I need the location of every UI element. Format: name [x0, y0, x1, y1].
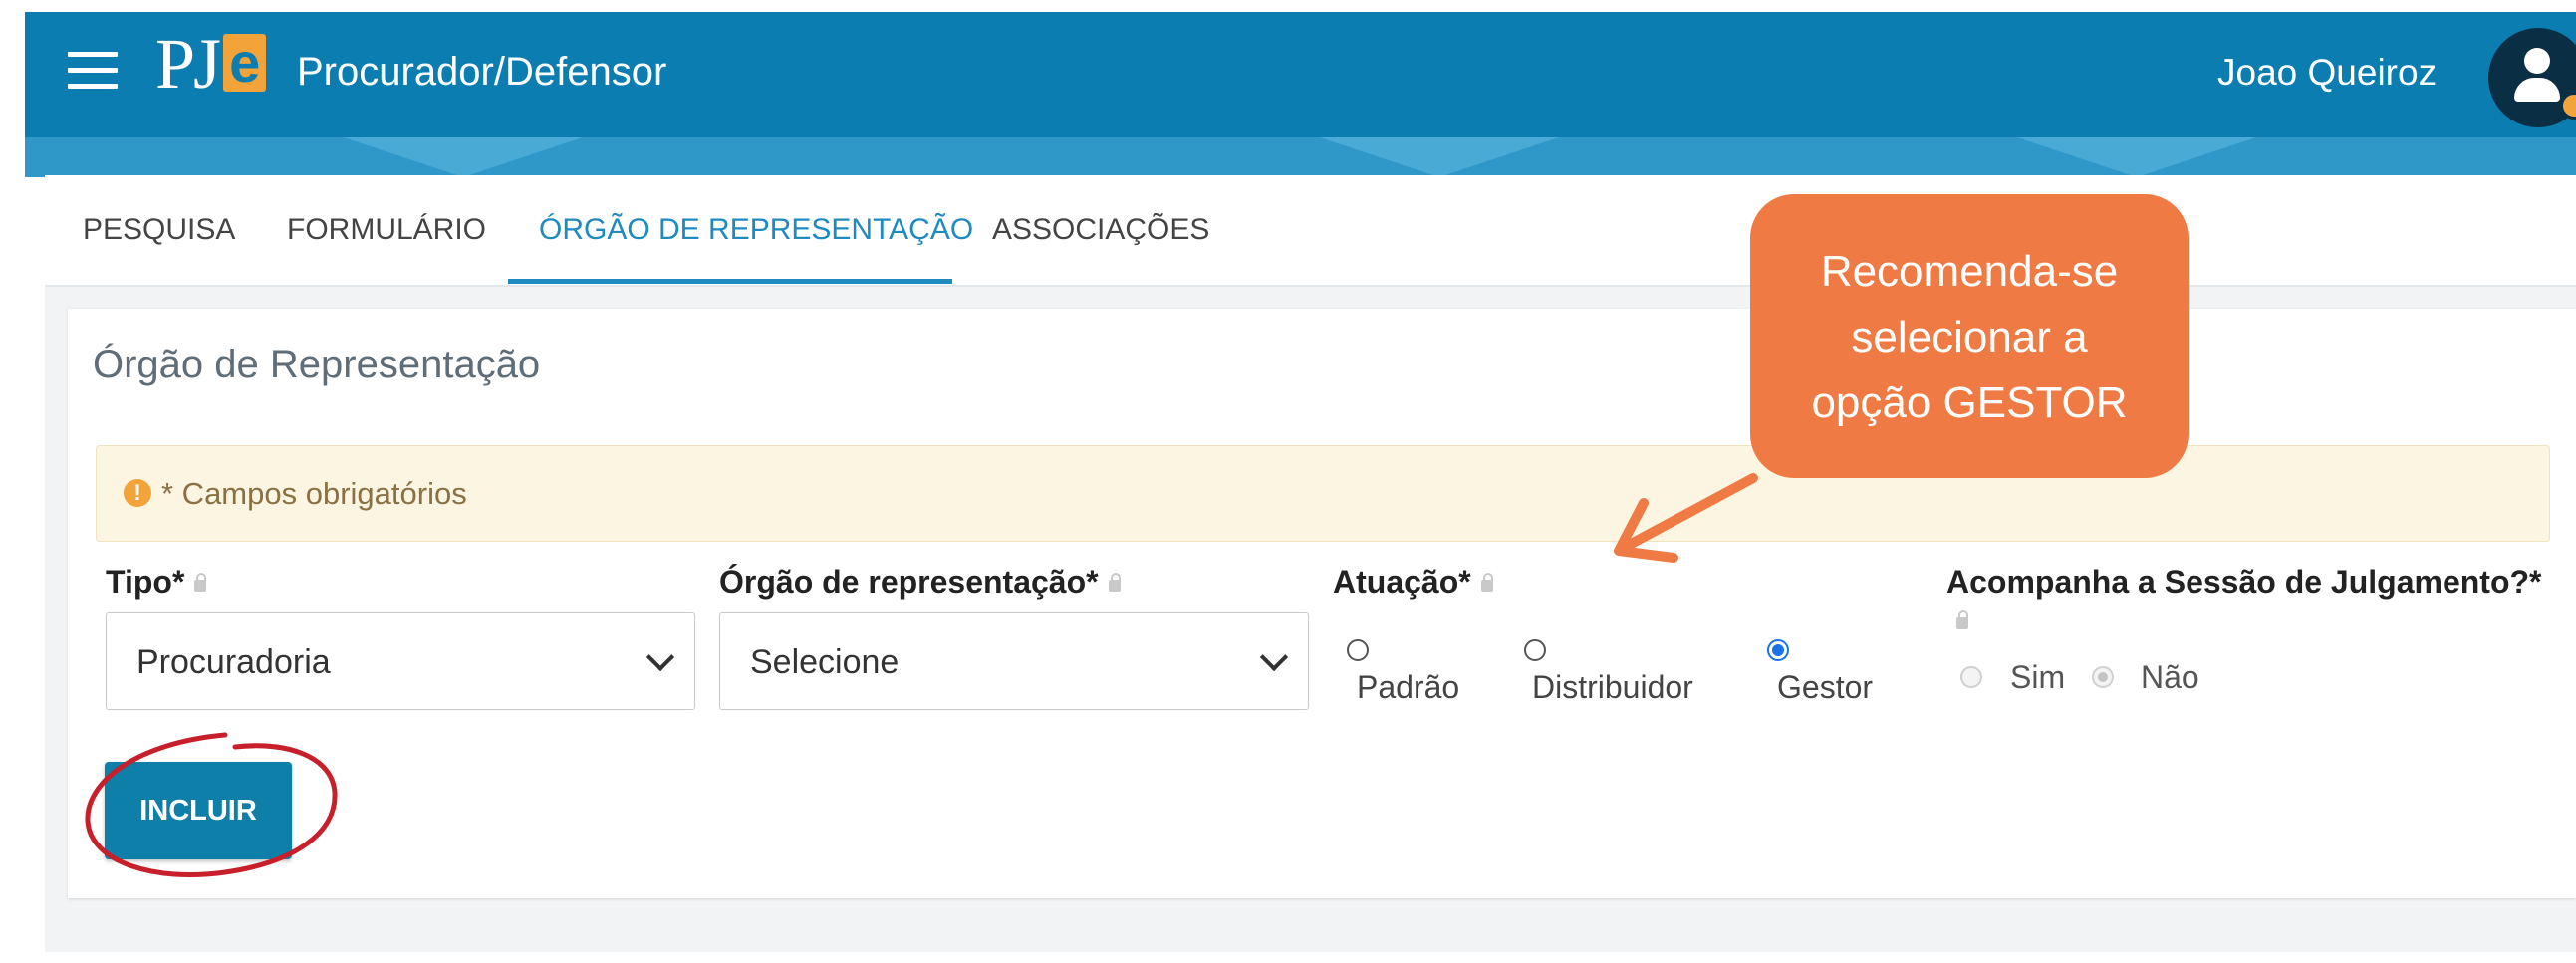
tab-pesquisa[interactable]: PESQUISA [83, 213, 235, 247]
status-dot-icon [2560, 92, 2576, 120]
radio-nao-label[interactable]: Não [2141, 659, 2199, 696]
orgao-label: Órgão de representação* [719, 564, 1121, 601]
form-card [68, 309, 2576, 898]
callout-line-1: Recomenda-se [1820, 247, 2119, 296]
chevron-down-icon [645, 642, 675, 672]
callout-line-2: selecionar a [1851, 313, 2088, 361]
acompanha-label: Acompanha a Sessão de Julgamento?* [1946, 564, 2542, 600]
tab-associacoes[interactable]: ASSOCIAÇÕES [992, 213, 1209, 247]
lock-icon [194, 573, 207, 592]
callout-text: Recomenda-se selecionar a opção GESTOR [1750, 239, 2189, 436]
tipo-select-value: Procuradoria [136, 643, 331, 681]
app-title: Procurador/Defensor [297, 50, 667, 94]
pje-logo[interactable]: PJ e [155, 28, 267, 100]
card-title: Órgão de Representação [93, 343, 541, 386]
header-decorative-band [25, 137, 2576, 177]
logo-e: e [223, 34, 267, 92]
tipo-label: Tipo* [106, 564, 207, 601]
app-window: PJ e Procurador/Defensor Joao Queiroz PES… [0, 0, 2576, 963]
orgao-select-value: Selecione [750, 643, 900, 681]
lock-icon [1480, 573, 1493, 592]
required-fields-text: * Campos obrigatórios [161, 476, 467, 511]
radio-gestor[interactable] [1767, 639, 1789, 661]
menu-icon[interactable] [68, 52, 118, 90]
tipo-label-text: Tipo* [106, 564, 185, 600]
radio-nao[interactable] [2092, 666, 2114, 688]
orgao-select[interactable]: Selecione [719, 612, 1309, 710]
radio-sim-label[interactable]: Sim [2010, 659, 2065, 696]
user-name[interactable]: Joao Queiroz [2217, 52, 2437, 94]
warning-icon: ! [124, 479, 151, 507]
radio-sim[interactable] [1960, 666, 1982, 688]
radio-gestor-label[interactable]: Gestor [1777, 669, 1873, 706]
band-pattern [344, 137, 2256, 177]
logo-pj: PJ [155, 24, 221, 104]
radio-distribuidor[interactable] [1524, 639, 1546, 661]
callout-line-3: opção GESTOR [1811, 378, 2128, 427]
lock-icon [1108, 573, 1121, 592]
tab-formulario[interactable]: FORMULÁRIO [287, 213, 486, 247]
radio-distribuidor-label[interactable]: Distribuidor [1532, 669, 1693, 706]
atuacao-label: Atuação* [1333, 564, 1493, 601]
orgao-label-text: Órgão de representação* [719, 564, 1099, 600]
lock-icon [1956, 610, 1968, 629]
incluir-button[interactable]: INCLUIR [105, 762, 292, 859]
tab-orgao-de-representacao[interactable]: ÓRGÃO DE REPRESENTAÇÃO [539, 213, 973, 247]
active-tab-indicator [508, 279, 952, 284]
radio-padrao[interactable] [1347, 639, 1369, 661]
atuacao-label-text: Atuação* [1333, 564, 1471, 600]
chevron-down-icon [1259, 642, 1289, 672]
tipo-select[interactable]: Procuradoria [106, 612, 695, 710]
radio-padrao-label[interactable]: Padrão [1357, 669, 1459, 706]
